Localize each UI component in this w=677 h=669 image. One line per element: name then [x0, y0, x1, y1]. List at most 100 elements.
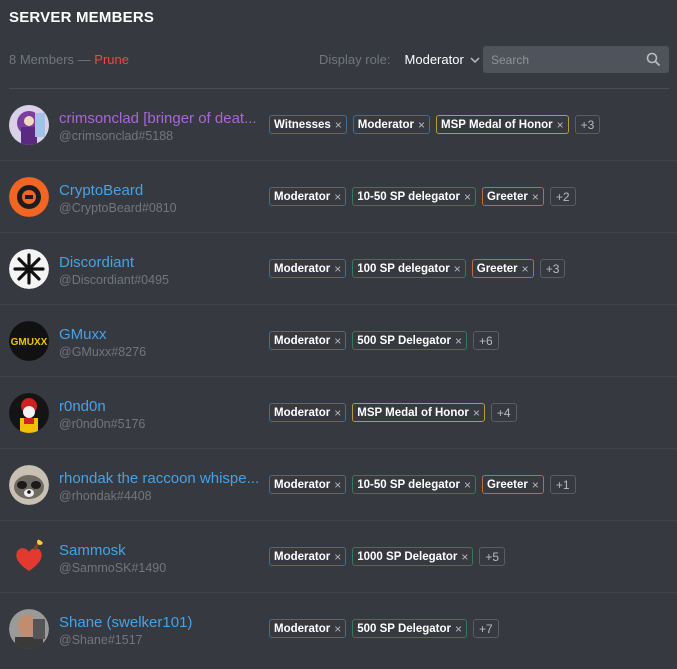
crimsonclad-avatar-icon[interactable] [9, 105, 49, 145]
prune-link[interactable]: Prune [94, 52, 129, 67]
remove-role-icon[interactable]: × [334, 334, 341, 348]
role-pill: Moderator × [269, 619, 347, 638]
role-pill: Moderator × [269, 259, 347, 278]
member-name[interactable]: CryptoBeard [59, 182, 264, 199]
member-roles: Moderator × 10-50 SP delegator × Greeter × … [269, 187, 576, 206]
remove-role-icon[interactable]: × [455, 334, 462, 348]
more-roles-button[interactable]: +4 [490, 403, 517, 422]
search-box [483, 46, 669, 73]
remove-role-icon[interactable]: × [557, 118, 564, 132]
role-label: Greeter [486, 190, 528, 203]
member-name[interactable]: GMuxx [59, 326, 264, 343]
shane-avatar-icon[interactable] [9, 609, 49, 649]
remove-role-icon[interactable]: × [334, 406, 341, 420]
role-pill: Greeter × [481, 187, 544, 206]
role-pill: Greeter × [481, 475, 544, 494]
role-pill: 100 SP delegator × [352, 259, 466, 278]
role-label: Moderator [274, 262, 331, 275]
count-separator: — [77, 52, 91, 67]
member-roles: Moderator × 500 SP Delegator × +7 [269, 619, 499, 638]
remove-role-icon[interactable]: × [455, 622, 462, 636]
member-roles: Witnesses × Moderator × MSP Medal of Honor… [269, 115, 601, 134]
more-roles-button[interactable]: +3 [539, 259, 566, 278]
bomb-heart-avatar-icon[interactable] [9, 537, 49, 577]
member-tag: @rhondak#4408 [59, 489, 152, 503]
member-row: r0nd0n @r0nd0n#5176 Moderator × MSP Medal… [0, 377, 677, 449]
remove-role-icon[interactable]: × [532, 478, 539, 492]
member-tag: @GMuxx#8276 [59, 345, 147, 359]
cryptobeard-avatar-icon[interactable] [9, 177, 49, 217]
role-label: 100 SP delegator [357, 262, 450, 275]
gmuxx-logo-text: GMUXX [11, 337, 48, 348]
role-label: 500 SP Delegator [357, 334, 452, 347]
more-roles-button[interactable]: +3 [574, 115, 601, 134]
role-label: Moderator [274, 478, 331, 491]
r0nd0n-avatar-icon[interactable] [9, 393, 49, 433]
remove-role-icon[interactable]: × [464, 478, 471, 492]
member-name[interactable]: Sammosk [59, 542, 264, 559]
remove-role-icon[interactable]: × [335, 118, 342, 132]
gmuxx-avatar-icon[interactable]: GMUXX [9, 321, 49, 361]
more-roles-button[interactable]: +7 [473, 619, 499, 638]
more-roles-button[interactable]: +5 [479, 547, 506, 566]
member-name[interactable]: Discordiant [59, 254, 264, 271]
role-pill: Moderator × [269, 475, 347, 494]
remove-role-icon[interactable]: × [334, 190, 341, 204]
member-tag: @CryptoBeard#0810 [59, 201, 177, 215]
member-tag: @SammoSK#1490 [59, 561, 167, 575]
role-label: 500 SP Delegator [357, 622, 452, 635]
role-pill: Moderator × [352, 115, 431, 134]
role-pill: 10-50 SP delegator × [352, 187, 476, 206]
remove-role-icon[interactable]: × [522, 262, 529, 276]
more-roles-button[interactable]: +1 [549, 475, 576, 494]
member-row: Shane (swelker101) @Shane#1517 Moderator… [0, 593, 677, 665]
role-label: MSP Medal of Honor [357, 406, 469, 419]
member-count-label: 8 Members [9, 52, 75, 67]
role-pill: 10-50 SP delegator × [352, 475, 476, 494]
remove-role-icon[interactable]: × [473, 406, 480, 420]
member-name[interactable]: Shane (swelker101) [59, 614, 264, 631]
remove-role-icon[interactable]: × [334, 478, 341, 492]
member-name[interactable]: crimsonclad [bringer of deat... [59, 110, 264, 127]
remove-role-icon[interactable]: × [418, 118, 425, 132]
member-tag: @Shane#1517 [59, 633, 143, 647]
display-role-filter: Display role: Moderator [319, 52, 480, 67]
role-pill: MSP Medal of Honor × [352, 403, 485, 422]
display-role-select[interactable]: Moderator [405, 52, 480, 67]
member-name[interactable]: r0nd0n [59, 398, 264, 415]
search-icon[interactable] [646, 52, 661, 72]
role-pill: Moderator × [269, 187, 347, 206]
raccoon-avatar-icon[interactable] [9, 465, 49, 505]
member-row: CryptoBeard @CryptoBeard#0810 Moderator ×… [0, 161, 677, 233]
member-row: Sammosk @SammoSK#1490 Moderator × 1000 SP… [0, 521, 677, 593]
role-pill: Witnesses × [269, 115, 347, 134]
member-list: crimsonclad [bringer of deat... @crimson… [0, 89, 677, 665]
member-row: GMUXX GMuxx @GMuxx#8276 Moderator × 500 S… [0, 305, 677, 377]
role-pill: 500 SP Delegator × [352, 619, 468, 638]
role-pill: Moderator × [269, 331, 347, 350]
search-input[interactable] [483, 46, 643, 73]
member-row: Discordiant @Discordiant#0495 Moderator ×… [0, 233, 677, 305]
role-label: Moderator [274, 550, 331, 563]
member-row: rhondak the raccoon whispe... @rhondak#4… [0, 449, 677, 521]
role-label: Greeter [476, 262, 518, 275]
remove-role-icon[interactable]: × [454, 262, 461, 276]
role-label: Moderator [274, 334, 331, 347]
role-label: 10-50 SP delegator [357, 478, 460, 491]
member-name[interactable]: rhondak the raccoon whispe... [59, 470, 264, 487]
member-roles: Moderator × 1000 SP Delegator × +5 [269, 547, 506, 566]
more-roles-button[interactable]: +2 [549, 187, 576, 206]
remove-role-icon[interactable]: × [334, 262, 341, 276]
role-label: Moderator [274, 190, 331, 203]
member-roles: Moderator × 100 SP delegator × Greeter × +3 [269, 259, 566, 278]
more-roles-button[interactable]: +6 [473, 331, 499, 350]
remove-role-icon[interactable]: × [464, 190, 471, 204]
remove-role-icon[interactable]: × [334, 622, 341, 636]
discordiant-avatar-icon[interactable] [9, 249, 49, 289]
role-pill: Moderator × [269, 403, 347, 422]
remove-role-icon[interactable]: × [334, 550, 341, 564]
remove-role-icon[interactable]: × [461, 550, 468, 564]
role-label: Moderator [357, 118, 415, 131]
remove-role-icon[interactable]: × [532, 190, 539, 204]
role-pill: MSP Medal of Honor × [436, 115, 569, 134]
